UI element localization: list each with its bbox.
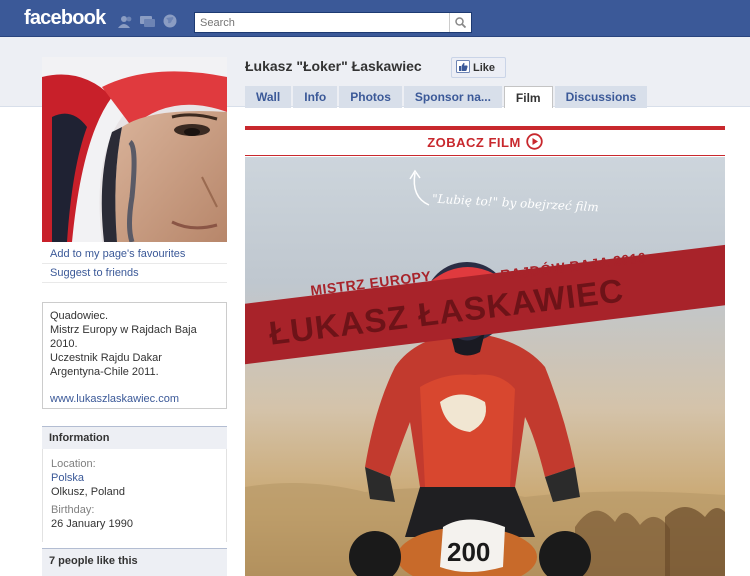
rider-photo: 200 "Lubię to!" by obejrzeć film ŁUKASZ … [245, 157, 725, 576]
messages-icon[interactable] [139, 14, 156, 28]
profile-actions: Add to my page's favourites Suggest to f… [42, 245, 227, 283]
bio-line: 2010. [50, 338, 78, 350]
search-icon[interactable] [449, 13, 471, 32]
bio-line: Uczestnik Rajdu Dakar [50, 352, 162, 364]
film-banner: ZOBACZ FILM 200 "Lubię to!" by obejrzeć … [245, 126, 725, 576]
location-label: Location: [51, 458, 96, 470]
likes-count-header[interactable]: 7 people like this [42, 548, 227, 576]
tab-sponsor[interactable]: Sponsor na... [403, 86, 502, 108]
location-city: Olkusz, Poland [51, 486, 125, 498]
tab-info[interactable]: Info [293, 86, 338, 108]
curved-arrow-icon [409, 169, 430, 206]
information-header: Information [42, 426, 227, 449]
profile-picture[interactable] [42, 57, 227, 242]
friend-requests-icon[interactable] [117, 14, 134, 28]
like-label: Like [473, 61, 496, 74]
bio-line: Mistrz Europy w Rajdach Baja [50, 324, 197, 336]
tab-film[interactable]: Film [503, 86, 553, 108]
play-circle-icon [526, 132, 543, 153]
page-tabs: Wall Info Photos Sponsor na... Film Disc… [245, 86, 648, 108]
thumbs-up-icon [456, 59, 470, 76]
location-country-link[interactable]: Polska [51, 471, 218, 485]
tab-photos[interactable]: Photos [339, 86, 402, 108]
information-body: Location: Polska Olkusz, Poland Birthday… [42, 449, 227, 542]
watch-film-button[interactable]: ZOBACZ FILM [245, 130, 725, 156]
bio-box: Quadowiec. Mistrz Europy w Rajdach Baja … [42, 302, 227, 409]
notifications-globe-icon[interactable] [161, 14, 178, 28]
notification-jewels [117, 14, 178, 28]
birthday-value: 26 January 1990 [51, 518, 133, 530]
watch-film-label: ZOBACZ FILM [427, 135, 521, 150]
add-to-favourites-link[interactable]: Add to my page's favourites [42, 245, 227, 264]
like-button[interactable]: Like [451, 57, 506, 78]
tab-discussions[interactable]: Discussions [554, 86, 648, 108]
bio-line: Quadowiec. [50, 310, 109, 322]
suggest-to-friends-link[interactable]: Suggest to friends [42, 264, 227, 283]
search-box [194, 12, 472, 33]
birthday-label: Birthday: [51, 504, 95, 516]
search-input[interactable] [195, 13, 450, 32]
facebook-logo[interactable]: facebook [24, 7, 106, 30]
number-plate: 200 [447, 537, 490, 567]
bio-line: Argentyna-Chile 2011. [50, 366, 159, 378]
top-bar: facebook [0, 0, 750, 37]
page-title: Łukasz "Łoker" Łaskawiec [245, 58, 422, 74]
website-link[interactable]: www.lukaszlaskawiec.com [50, 392, 219, 406]
tab-wall[interactable]: Wall [245, 86, 292, 108]
